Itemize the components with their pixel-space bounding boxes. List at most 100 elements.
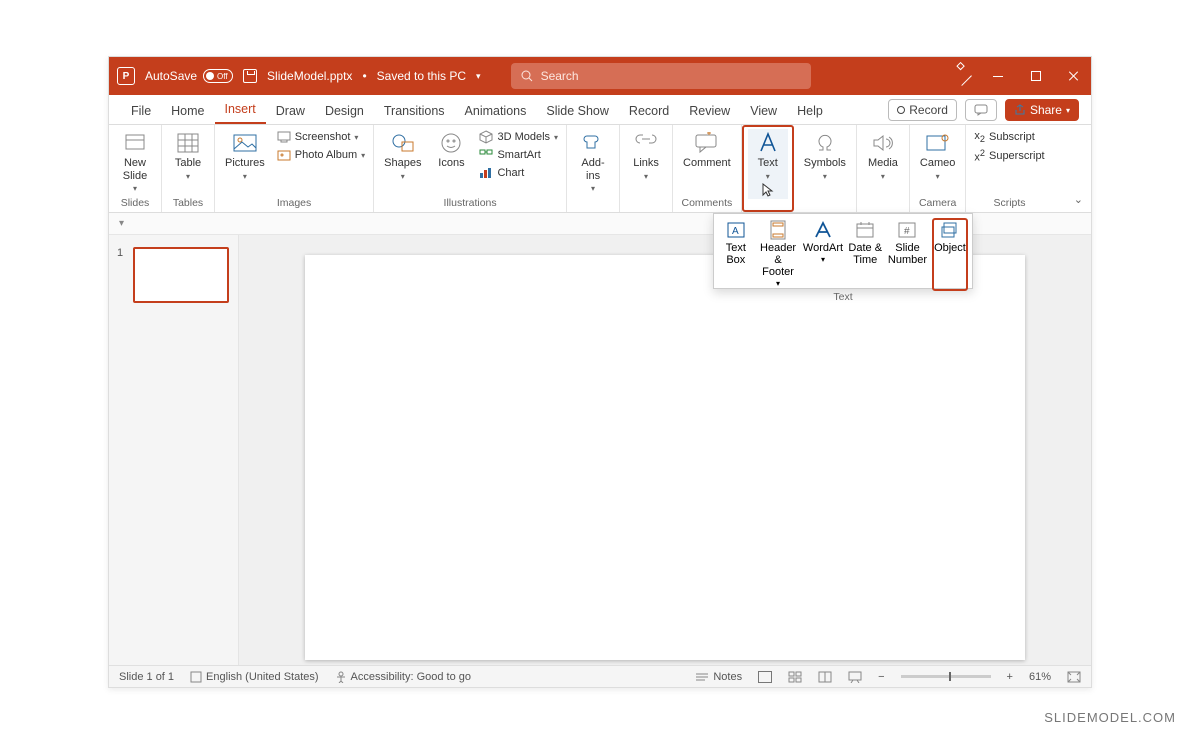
chart-icon <box>479 166 493 180</box>
fit-to-window-icon[interactable] <box>1067 671 1081 683</box>
save-icon[interactable] <box>243 69 257 83</box>
group-links: Links▾ <box>620 125 673 212</box>
text-icon <box>755 131 781 155</box>
screenshot-button[interactable]: Screenshot▾ <box>275 129 367 145</box>
comments-button[interactable] <box>965 99 997 121</box>
links-button[interactable]: Links▾ <box>626 129 666 183</box>
text-dropdown-button[interactable]: Text▾ <box>748 129 788 199</box>
ribbon-collapse-button[interactable]: ⌄ <box>1074 193 1083 206</box>
3d-models-button[interactable]: 3D Models▾ <box>477 129 560 145</box>
record-button[interactable]: Record <box>888 99 957 121</box>
close-button[interactable] <box>1065 67 1083 85</box>
search-placeholder: Search <box>541 69 579 83</box>
subscript-icon: x2 <box>974 130 985 144</box>
smartart-button[interactable]: SmartArt <box>477 147 560 163</box>
media-button[interactable]: Media▾ <box>863 129 903 183</box>
table-button[interactable]: Table ▾ <box>168 129 208 183</box>
normal-view-button[interactable] <box>758 671 772 683</box>
minimize-button[interactable] <box>989 67 1007 85</box>
group-addins: Add- ins▾ <box>567 125 620 212</box>
grid-icon <box>788 671 802 683</box>
dot: • <box>362 69 366 83</box>
zoom-slider[interactable] <box>901 675 991 678</box>
slide-sorter-button[interactable] <box>788 671 802 683</box>
reading-view-button[interactable] <box>818 671 832 683</box>
chart-button[interactable]: Chart <box>477 165 560 181</box>
notes-button[interactable]: Notes <box>695 671 742 683</box>
language-button[interactable]: English (United States) <box>190 671 319 683</box>
tab-file[interactable]: File <box>121 98 161 124</box>
tab-animations[interactable]: Animations <box>455 98 537 124</box>
date-time-button[interactable]: Date & Time <box>847 218 883 291</box>
presenter-icon <box>848 671 862 683</box>
slideshow-view-button[interactable] <box>848 671 862 683</box>
tab-insert[interactable]: Insert <box>215 96 266 124</box>
pen-icon[interactable] <box>952 66 972 86</box>
tab-slideshow[interactable]: Slide Show <box>536 98 619 124</box>
text-box-button[interactable]: A Text Box <box>718 218 754 291</box>
new-slide-button[interactable]: New Slide ▾ <box>115 129 155 195</box>
popup-group-label: Text <box>714 291 972 305</box>
header-footer-icon <box>767 220 789 240</box>
symbols-button[interactable]: Symbols▾ <box>800 129 850 183</box>
search-box[interactable]: Search <box>511 63 811 89</box>
comment-icon <box>974 104 988 116</box>
group-scripts: x2Subscript x2Superscript Scripts <box>966 125 1052 212</box>
superscript-icon: x2 <box>974 148 985 164</box>
tab-help[interactable]: Help <box>787 98 833 124</box>
shapes-button[interactable]: Shapes▾ <box>380 129 425 183</box>
tab-view[interactable]: View <box>740 98 787 124</box>
header-footer-button[interactable]: Header & Footer▾ <box>758 218 799 291</box>
zoom-in-button[interactable]: + <box>1007 671 1013 683</box>
share-button[interactable]: Share▾ <box>1005 99 1079 121</box>
photo-album-button[interactable]: Photo Album▾ <box>275 147 367 163</box>
tab-record[interactable]: Record <box>619 98 679 124</box>
saved-status[interactable]: Saved to this PC <box>377 69 466 83</box>
comment-button[interactable]: Comment <box>679 129 735 172</box>
superscript-button[interactable]: x2Superscript <box>972 147 1046 165</box>
app-window: P AutoSave Off SlideModel.pptx • Saved t… <box>108 56 1092 688</box>
screenshot-icon <box>277 130 291 144</box>
autosave-toggle[interactable]: AutoSave Off <box>145 69 233 83</box>
chevron-down-icon[interactable]: ▾ <box>476 71 481 82</box>
subscript-button[interactable]: x2Subscript <box>972 129 1046 145</box>
icons-button[interactable]: Icons <box>431 129 471 172</box>
thumb-number: 1 <box>117 247 127 303</box>
customize-qat-icon[interactable]: ▾ <box>119 218 124 229</box>
speaker-icon <box>870 131 896 155</box>
tab-home[interactable]: Home <box>161 98 214 124</box>
slide-number-button[interactable]: # Slide Number <box>887 218 928 291</box>
photo-album-icon <box>277 148 291 162</box>
cameo-button[interactable]: Cameo▾ <box>916 129 959 183</box>
zoom-out-button[interactable]: − <box>878 671 884 683</box>
slide-thumbnail-1[interactable] <box>133 247 229 303</box>
tab-draw[interactable]: Draw <box>266 98 315 124</box>
pictures-button[interactable]: Pictures ▾ <box>221 129 269 183</box>
slide-indicator[interactable]: Slide 1 of 1 <box>119 671 174 683</box>
group-comments: Comment Comments <box>673 125 742 212</box>
zoom-percent[interactable]: 61% <box>1029 671 1051 683</box>
accessibility-button[interactable]: Accessibility: Good to go <box>335 671 471 683</box>
slide-number-icon: # <box>896 220 918 240</box>
tab-review[interactable]: Review <box>679 98 740 124</box>
pictures-icon <box>232 131 258 155</box>
wordart-button[interactable]: WordArt▾ <box>803 218 844 291</box>
calendar-icon <box>854 220 876 240</box>
object-button[interactable]: Object <box>932 218 968 291</box>
group-tables: Table ▾ Tables <box>162 125 215 212</box>
cursor-icon <box>762 183 774 197</box>
addins-button[interactable]: Add- ins▾ <box>573 129 613 195</box>
cube-icon <box>479 130 493 144</box>
tab-design[interactable]: Design <box>315 98 374 124</box>
slide-canvas[interactable] <box>305 255 1025 660</box>
group-images: Pictures ▾ Screenshot▾ Photo Album▾ Imag… <box>215 125 374 212</box>
icons-icon <box>438 131 464 155</box>
svg-text:A: A <box>732 226 739 237</box>
tab-transitions[interactable]: Transitions <box>374 98 455 124</box>
text-box-icon: A <box>725 220 747 240</box>
maximize-button[interactable] <box>1027 67 1045 85</box>
powerpoint-logo-icon: P <box>117 67 135 85</box>
slide-thumbnail-pane[interactable]: 1 <box>109 235 239 665</box>
object-icon <box>939 220 961 240</box>
omega-icon <box>812 131 838 155</box>
